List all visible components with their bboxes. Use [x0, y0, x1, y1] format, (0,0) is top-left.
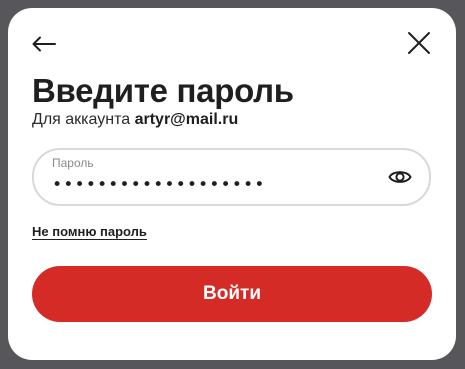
close-button[interactable]	[405, 29, 433, 57]
show-password-toggle[interactable]	[388, 165, 412, 189]
subtitle-prefix: Для аккаунта	[32, 111, 131, 128]
back-button[interactable]	[30, 30, 58, 58]
login-dialog: Введите пароль Для аккаунта artyr@mail.r…	[8, 8, 456, 360]
account-subtitle: Для аккаунта artyr@mail.ru	[32, 111, 238, 129]
forgot-password-link[interactable]: Не помню пароль	[32, 224, 147, 239]
password-label: Пароль	[52, 156, 94, 170]
password-input[interactable]	[50, 172, 374, 198]
login-button[interactable]: Войти	[32, 266, 432, 322]
eye-icon	[388, 171, 412, 183]
page-title: Введите пароль	[32, 72, 294, 109]
password-field[interactable]: Пароль	[32, 148, 431, 206]
close-icon	[408, 32, 430, 54]
arrow-left-icon	[32, 36, 56, 52]
account-email: artyr@mail.ru	[134, 111, 239, 128]
